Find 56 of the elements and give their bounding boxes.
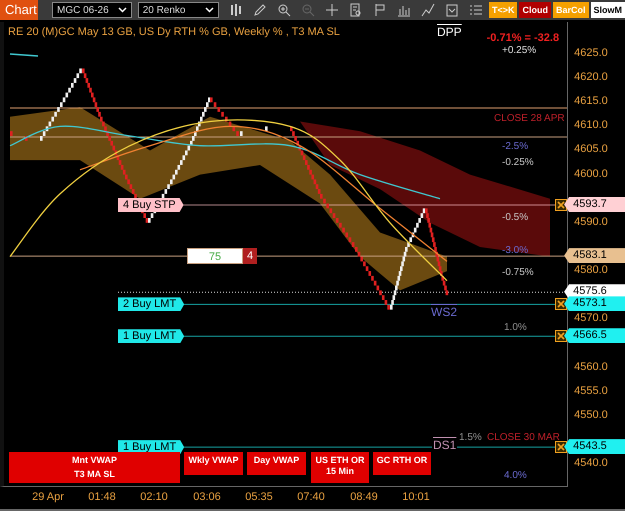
pivot-label: WS2 [430, 305, 458, 320]
indicator-button[interactable]: Day VWAP [247, 452, 306, 475]
level-label: -0.75% [502, 266, 534, 278]
level-label: -2.5% [502, 141, 528, 152]
level-label: -0.5% [502, 212, 528, 223]
instrument-dropdown[interactable]: MGC 06-26 [52, 2, 132, 18]
toolbar-toggle-button[interactable]: SlowM [590, 2, 625, 18]
price-flag: 4593.7 [564, 196, 625, 212]
price-tick: 4590.0 [574, 216, 608, 228]
price-tick: 4560.0 [574, 360, 608, 373]
time-tick: 01:48 [88, 491, 116, 503]
level-label: -0.25% [502, 156, 534, 168]
time-tick: 10:01 [402, 491, 430, 503]
time-tick: 02:10 [140, 491, 168, 503]
bar-type-dropdown[interactable]: 20 Renko [138, 2, 219, 18]
price-flag: 4543.5 [564, 439, 625, 454]
pivot-label: DPP [436, 25, 463, 39]
time-tick: 08:49 [350, 491, 378, 503]
price-tick: 4610.0 [574, 119, 608, 132]
chart-header: RE 20 (M)GC May 13 GB, US Dy RTH % GB, Weekly % , T3 MA SL [8, 26, 340, 38]
pnl-readout: -0.71% = -32.8 [486, 32, 560, 44]
price-tick: 4540.0 [574, 457, 608, 470]
price-tick: 4600.0 [574, 168, 608, 180]
indicator-button[interactable]: Mnt VWAP T3 MA SL [9, 452, 180, 483]
indicator-button[interactable]: Wkly VWAP [184, 452, 243, 475]
price-tick: 4615.0 [574, 95, 608, 108]
price-tick: 4570.0 [574, 312, 608, 324]
price-flag: 4583.1 [564, 248, 625, 264]
price-tick: 4555.0 [574, 384, 608, 397]
level-label: 1.0% [504, 322, 527, 333]
time-tick: 07:40 [297, 491, 325, 503]
time-tick: 03:06 [193, 491, 221, 503]
time-tick: 29 Apr [32, 491, 64, 503]
time-tick: 05:35 [245, 491, 273, 503]
price-tick: 4550.0 [574, 408, 608, 421]
price-tick: 4620.0 [574, 71, 608, 84]
order-count: 4 [243, 248, 257, 264]
price-flag: 4566.5 [564, 328, 625, 344]
price-tick: 4605.0 [574, 143, 608, 156]
level-label: CLOSE 28 APR [494, 113, 565, 124]
chart-title: Chart [0, 0, 38, 20]
order-marker[interactable]: 4 Buy STP [118, 198, 184, 212]
level-label: 1.5% [459, 432, 482, 443]
pivot-label: DS1 [432, 438, 458, 452]
indicator-button[interactable]: US ETH OR 15 Min [311, 452, 369, 483]
level-label: -3.0% [502, 245, 528, 256]
price-tick: 4625.0 [574, 47, 608, 59]
order-marker[interactable]: 2 Buy LMT [118, 297, 184, 312]
price-tick: 4580.0 [574, 264, 608, 276]
indicator-button[interactable]: GC RTH OR [373, 452, 431, 475]
level-label: +0.25% [502, 44, 536, 56]
toolbar-toggle-button[interactable]: Cloud [519, 2, 551, 18]
level-label: 4.0% [504, 470, 527, 481]
price-flag: 4573.1 [564, 296, 625, 312]
order-marker[interactable]: 1 Buy LMT [118, 329, 184, 344]
level-label: CLOSE 30 MAR [487, 432, 560, 443]
